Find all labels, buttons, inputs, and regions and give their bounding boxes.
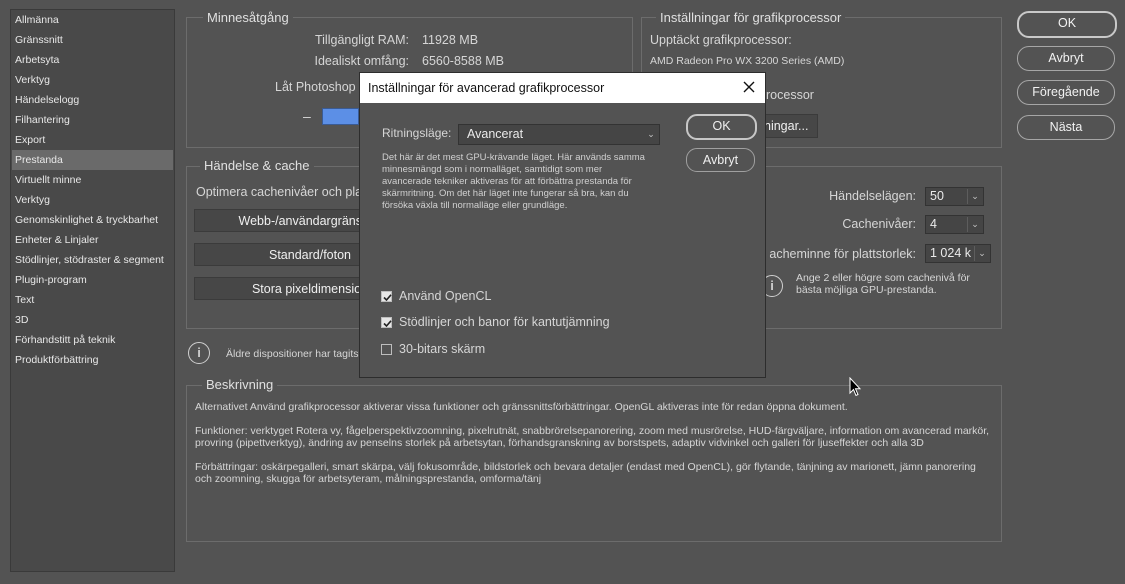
decrease-memory-icon[interactable]: – (303, 108, 311, 124)
use-gpu-label: rocessor (766, 88, 814, 102)
sidebar-item[interactable]: Plugin-program (12, 270, 173, 290)
sidebar-item[interactable]: Virtuellt minne (12, 170, 173, 190)
chevron-down-icon: ⌄ (967, 217, 982, 232)
history-cache-title: Händelse & cache (200, 158, 314, 173)
dialog-title: Inställningar för avancerad grafikproces… (360, 73, 765, 103)
cache-levels-value: 4 (930, 217, 937, 231)
sidebar-item[interactable]: Produktförbättring (12, 350, 173, 370)
available-ram-label: Tillgängligt RAM: (314, 33, 409, 47)
sidebar-item[interactable]: Verktyg (12, 190, 173, 210)
sidebar-item[interactable]: Förhandstitt på teknik (12, 330, 173, 350)
preferences-sidebar: Allmänna Gränssnitt Arbetsyta Verktyg Händel… (10, 9, 175, 572)
drawing-mode-label: Ritningsläge: (382, 126, 452, 140)
cache-tile-size-select[interactable]: 1 024 k ⌄ (925, 244, 991, 263)
previous-button[interactable]: Föregående (1017, 80, 1115, 105)
sidebar-item[interactable]: Händelselogg (12, 90, 173, 110)
optimize-cache-label: Optimera cachenivåer och pla (196, 185, 363, 199)
mouse-cursor-icon (849, 376, 862, 402)
detected-gpu-label: Upptäckt grafikprocessor: (650, 33, 792, 47)
ideal-range-label: Idealiskt omfång: (314, 54, 410, 68)
history-states-value: 50 (930, 189, 944, 203)
description-paragraph-1: Alternativet Använd grafikprocessor akti… (195, 401, 848, 413)
sidebar-item[interactable]: Arbetsyta (12, 50, 173, 70)
history-states-select[interactable]: 50 ⌄ (925, 187, 984, 206)
sidebar-item[interactable]: Gränssnitt (12, 30, 173, 50)
sidebar-item[interactable]: Export (12, 130, 173, 150)
drawing-mode-description: Det här är det mest GPU-krävande läget. … (382, 152, 645, 211)
cache-tile-size-value: 1 024 k (930, 246, 972, 260)
use-opencl-label: Använd OpenCL (399, 289, 492, 303)
antialias-guides-checkbox[interactable] (381, 317, 392, 328)
dialog-ok-button[interactable]: OK (686, 114, 757, 140)
sidebar-item[interactable]: 3D (12, 310, 173, 330)
use-opencl-checkbox[interactable] (381, 291, 392, 302)
chevron-down-icon: ⌄ (967, 189, 982, 204)
detected-gpu-value: AMD Radeon Pro WX 3200 Series (AMD) (650, 55, 845, 67)
sidebar-item[interactable]: Stödlinjer, stödraster & segment (12, 250, 173, 270)
cancel-button[interactable]: Avbryt (1017, 46, 1115, 71)
sidebar-item[interactable]: Genomskinlighet & tryckbarhet (12, 210, 173, 230)
ok-button[interactable]: OK (1017, 11, 1117, 38)
memory-slider-bar[interactable] (322, 108, 359, 125)
ideal-range-value: 6560-8588 MB (422, 54, 505, 68)
cache-levels-label: Cachenivåer: (842, 217, 916, 231)
drawing-mode-select[interactable]: Avancerat ⌄ (458, 124, 660, 145)
30bit-display-checkbox[interactable] (381, 344, 392, 355)
history-states-label: Händelselägen: (829, 189, 916, 203)
available-ram-value: 11928 MB (422, 33, 479, 47)
description-title: Beskrivning (202, 377, 278, 392)
cache-levels-select[interactable]: 4 ⌄ (925, 215, 984, 234)
info-icon: i (188, 342, 210, 364)
sidebar-item[interactable]: Allmänna (12, 10, 173, 30)
cache-hint-text: Ange 2 eller högre som cachenivå för bäs… (796, 272, 970, 296)
drawing-mode-value: Avancerat (467, 127, 524, 141)
let-photoshop-label: Låt Photoshop (275, 80, 356, 94)
close-icon[interactable] (741, 79, 757, 95)
sidebar-item[interactable]: Verktyg (12, 70, 173, 90)
sidebar-item[interactable]: Filhantering (12, 110, 173, 130)
memory-title: Minnesåtgång (203, 10, 293, 25)
antialias-guides-label: Stödlinjer och banor för kantutjämning (399, 315, 610, 329)
description-paragraph-3: Förbättringar: oskärpegalleri, smart skä… (195, 461, 976, 485)
sidebar-item[interactable]: Enheter & Linjaler (12, 230, 173, 250)
cache-tile-size-label: acheminne för plattstorlek: (769, 247, 916, 261)
description-paragraph-2: Funktioner: verktyget Rotera vy, fågelpe… (195, 425, 990, 449)
chevron-down-icon: ⌄ (974, 246, 989, 261)
next-button[interactable]: Nästa (1017, 115, 1115, 140)
30bit-display-label: 30-bitars skärm (399, 342, 486, 356)
sidebar-item[interactable]: Text (12, 290, 173, 310)
gpu-title: Inställningar för grafikprocessor (656, 10, 846, 25)
sidebar-item[interactable]: Prestanda (12, 150, 173, 170)
chevron-down-icon: ⌄ (647, 129, 655, 139)
legacy-note-text: Äldre dispositioner har tagits b (226, 348, 368, 360)
advanced-gpu-dialog: Inställningar för avancerad grafikproces… (359, 72, 766, 378)
dialog-cancel-button[interactable]: Avbryt (686, 148, 755, 172)
